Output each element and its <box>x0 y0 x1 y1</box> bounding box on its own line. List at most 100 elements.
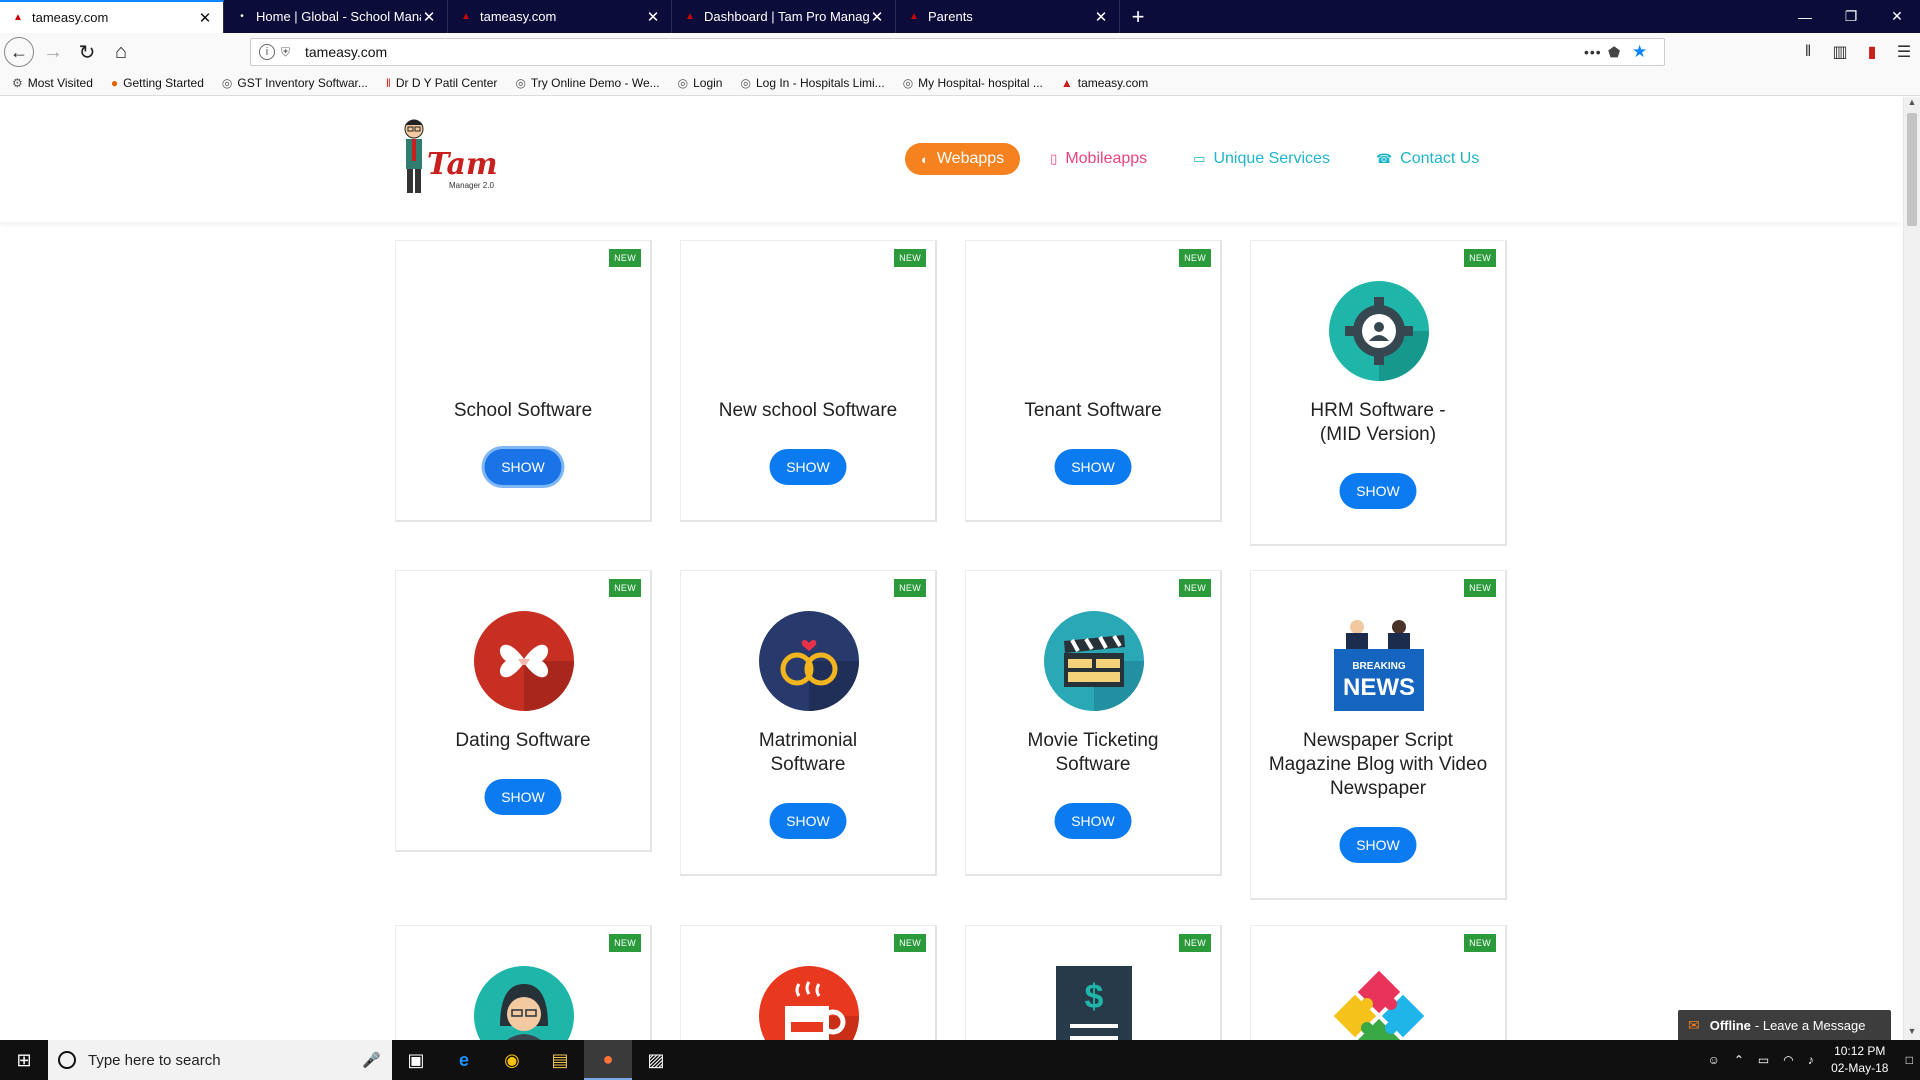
close-window-icon[interactable]: ✕ <box>1874 0 1920 33</box>
show-button[interactable]: SHOW <box>1339 473 1417 509</box>
nav-mobileapps[interactable]: ▯ Mobileapps <box>1050 150 1147 168</box>
logo-brand: Tam <box>427 147 498 182</box>
bookmark-getting-started[interactable]: ● Getting Started <box>111 76 204 90</box>
tab-label: tameasy.com <box>32 10 109 25</box>
pocket-icon[interactable]: ⬟ <box>1608 44 1632 61</box>
show-button[interactable]: SHOW <box>1054 449 1132 485</box>
page-scrollbar[interactable]: ▲ ▼ <box>1903 97 1920 1040</box>
chrome-icon[interactable]: ◉ <box>488 1040 536 1080</box>
browser-tab[interactable]: ▲ tameasy.com ✕ <box>448 0 672 33</box>
new-badge: NEW <box>894 249 926 267</box>
new-badge: NEW <box>894 934 926 952</box>
tab-label: Home | Global - School Manag <box>256 9 421 24</box>
show-button[interactable]: SHOW <box>1054 803 1132 839</box>
tab-bar: ▲ tameasy.com ✕ • Home | Global - School… <box>0 0 1920 33</box>
bookmark-most-visited[interactable]: ⚙ Most Visited <box>12 76 93 90</box>
product-card: NEW <box>680 925 937 1040</box>
bookmark-star-icon[interactable]: ★ <box>1632 42 1656 62</box>
scroll-thumb[interactable] <box>1907 113 1917 226</box>
forward-arrow-icon[interactable]: → <box>36 35 70 69</box>
site-logo[interactable]: Tam Manager 2.0 <box>393 117 503 202</box>
bookmark-label: GST Inventory Softwar... <box>237 76 368 90</box>
breaking-news-icon: BREAKING NEWS <box>1334 620 1424 711</box>
bookmark-my-hospital[interactable]: ◎ My Hospital- hospital ... <box>903 76 1043 90</box>
url-text[interactable]: tameasy.com <box>305 44 1584 60</box>
product-card: NEW Dating Software SHOW <box>395 570 652 852</box>
show-button[interactable]: SHOW <box>769 449 847 485</box>
minimize-icon[interactable]: — <box>1782 0 1828 33</box>
close-tab-icon[interactable]: ✕ <box>197 9 213 27</box>
bookmark-login[interactable]: ◎ Login <box>678 76 723 90</box>
windows-start-icon[interactable]: ⊞ <box>0 1040 48 1080</box>
clapperboard-icon <box>1044 611 1144 711</box>
wifi-icon[interactable]: ◠ <box>1783 1053 1793 1067</box>
system-tray: ☺ ⌃ ▭ ◠ ♪ 10:12 PM 02-May-18 □ <box>1701 1040 1920 1080</box>
restore-icon[interactable]: ❐ <box>1828 0 1874 33</box>
new-tab-button[interactable]: + <box>1120 0 1156 33</box>
new-badge: NEW <box>1179 934 1211 952</box>
chat-message: - Leave a Message <box>1754 1017 1866 1033</box>
product-title: Dating Software <box>455 730 591 751</box>
clock[interactable]: 10:12 PM 02-May-18 <box>1821 1043 1899 1077</box>
browser-tab[interactable]: • Home | Global - School Manag ✕ <box>224 0 448 33</box>
more-actions-icon[interactable]: ••• <box>1584 44 1608 60</box>
scroll-down-icon[interactable]: ▼ <box>1904 1026 1920 1040</box>
browser-tab[interactable]: ▲ tameasy.com ✕ <box>0 0 224 33</box>
show-button[interactable]: SHOW <box>769 803 847 839</box>
menu-icon[interactable]: ☰ <box>1888 42 1920 62</box>
back-arrow-icon[interactable]: ← <box>4 37 34 67</box>
clock-date: 02-May-18 <box>1831 1061 1889 1075</box>
main-nav: ◐ Webapps ▯ Mobileapps ▭ Unique Services… <box>905 143 1525 175</box>
taskbar-search[interactable]: Type here to search 🎤 <box>48 1040 392 1080</box>
sidebar-icon[interactable]: ▥ <box>1824 42 1856 62</box>
bookmark-dypatil[interactable]: ‖ Dr D Y Patil Center <box>386 76 498 90</box>
people-icon[interactable]: ☺ <box>1708 1053 1720 1067</box>
nav-webapps[interactable]: ◐ Webapps <box>905 143 1021 175</box>
microphone-icon[interactable]: 🎤 <box>362 1051 392 1069</box>
scroll-up-icon[interactable]: ▲ <box>1904 97 1920 111</box>
show-button[interactable]: SHOW <box>1339 827 1417 863</box>
volume-icon[interactable]: ♪ <box>1808 1053 1814 1067</box>
svg-text:$: $ <box>1085 978 1104 1016</box>
library-icon[interactable]: ‖ <box>1792 43 1824 61</box>
close-tab-icon[interactable]: ✕ <box>645 8 661 26</box>
bookmark-demo[interactable]: ◎ Try Online Demo - We... <box>515 76 659 90</box>
chevron-up-icon[interactable]: ⌃ <box>1734 1053 1744 1067</box>
bookmark-tameasy[interactable]: ▲ tameasy.com <box>1061 76 1148 90</box>
file-explorer-icon[interactable]: ▤ <box>536 1040 584 1080</box>
browser-tab[interactable]: ▲ Parents ✕ <box>896 0 1120 33</box>
nav-contact-us[interactable]: ☎ Contact Us <box>1376 150 1479 168</box>
product-title: Movie Ticketing Software <box>1027 730 1159 775</box>
reload-icon[interactable]: ↻ <box>70 35 104 69</box>
bookmark-hospitals[interactable]: ◎ Log In - Hospitals Limi... <box>740 76 884 90</box>
notifications-icon[interactable]: □ <box>1906 1053 1913 1067</box>
show-button[interactable]: SHOW <box>484 449 562 485</box>
firefox-icon[interactable]: ● <box>584 1040 632 1080</box>
show-button[interactable]: SHOW <box>484 779 562 815</box>
svg-text:NEWS: NEWS <box>1343 674 1415 701</box>
browser-tab[interactable]: ▲ Dashboard | Tam Pro Managem ✕ <box>672 0 896 33</box>
home-icon[interactable]: ⌂ <box>104 35 138 69</box>
sticky-notes-icon[interactable]: ▨ <box>632 1040 680 1080</box>
address-bar[interactable]: i ⛨ tameasy.com ••• ⬟ ★ <box>250 38 1665 66</box>
product-title: HRM Software - (MID Version) <box>1310 400 1446 445</box>
chat-widget[interactable]: ✉ Offline - Leave a Message <box>1678 1010 1891 1040</box>
taskbar: ⊞ Type here to search 🎤 ▣ e ◉ ▤ ● ▨ ☺ ⌃ … <box>0 1040 1920 1080</box>
globe-icon: ◎ <box>677 76 689 90</box>
close-tab-icon[interactable]: ✕ <box>421 8 437 26</box>
nav-label: Webapps <box>936 150 1005 167</box>
task-view-icon[interactable]: ▣ <box>392 1040 440 1080</box>
firefox-icon: ● <box>110 76 119 90</box>
shield-icon[interactable]: ⛨ <box>281 45 295 60</box>
nav-label: Mobileapps <box>1065 150 1148 167</box>
battery-icon[interactable]: ▭ <box>1758 1053 1769 1067</box>
bookmark-gst[interactable]: ◎ GST Inventory Softwar... <box>222 76 368 90</box>
gear-icon: ⚙ <box>12 76 23 90</box>
close-tab-icon[interactable]: ✕ <box>1093 8 1109 26</box>
product-card: NEW BREAKING NEWS Newspaper Script Magaz… <box>1250 570 1507 900</box>
close-tab-icon[interactable]: ✕ <box>869 8 885 26</box>
edge-icon[interactable]: e <box>440 1040 488 1080</box>
info-icon[interactable]: i <box>259 44 275 60</box>
nav-unique-services[interactable]: ▭ Unique Services <box>1193 150 1330 168</box>
extension-icon[interactable]: ▮ <box>1856 42 1888 62</box>
